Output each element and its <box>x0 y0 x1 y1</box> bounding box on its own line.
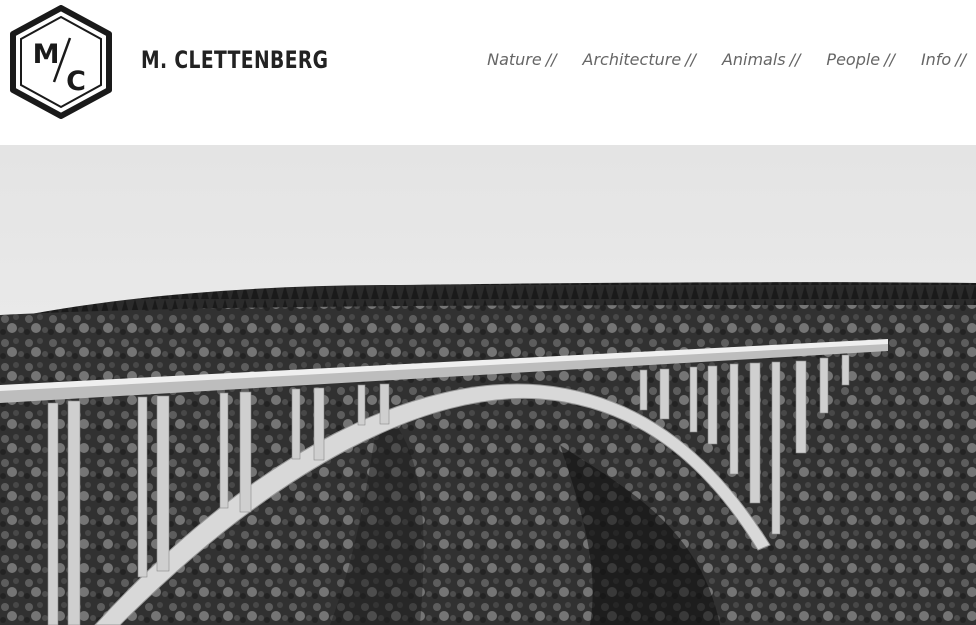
nav-label: Architecture <box>582 50 682 69</box>
nav-separator: // <box>545 50 557 69</box>
site-header: M C M. CLETTENBERG Nature// Architecture… <box>0 0 976 145</box>
bridge-photo <box>0 145 976 625</box>
logo-letter-m: M <box>33 39 60 70</box>
logo-hexagon-icon: M C <box>10 5 112 119</box>
logo-letter-c: C <box>66 66 86 97</box>
nav-label: Animals <box>721 50 786 69</box>
nav-label: People <box>826 50 881 69</box>
nav-item-nature[interactable]: Nature// <box>487 50 556 69</box>
nav-separator: // <box>884 50 895 69</box>
logo[interactable]: M C <box>8 5 114 119</box>
site-title[interactable]: M. CLETTENBERG <box>141 46 328 74</box>
hero-image[interactable] <box>0 145 976 625</box>
nav-separator: // <box>789 50 801 69</box>
nav-item-people[interactable]: People// <box>826 50 895 69</box>
nav-label: Info <box>920 50 952 69</box>
nav-item-architecture[interactable]: Architecture// <box>583 50 696 69</box>
nav-separator: // <box>955 50 966 69</box>
nav-item-info[interactable]: Info// <box>921 50 966 69</box>
nav-separator: // <box>685 50 696 69</box>
main-nav: Nature// Architecture// Animals// People… <box>487 50 966 69</box>
nav-label: Nature <box>487 50 542 69</box>
nav-item-animals[interactable]: Animals// <box>722 50 800 69</box>
